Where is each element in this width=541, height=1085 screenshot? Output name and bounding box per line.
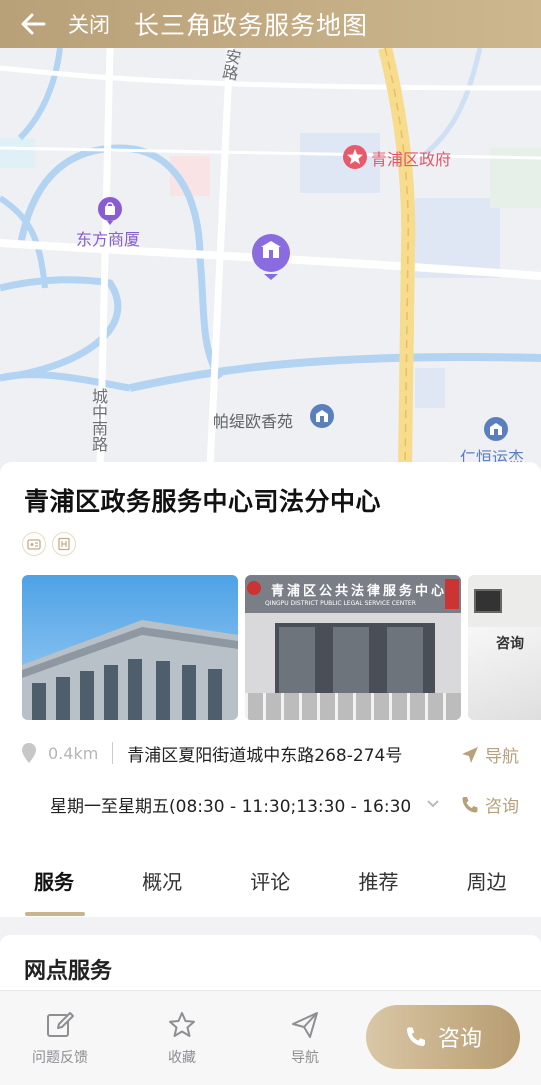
phone-icon bbox=[462, 796, 478, 812]
desk-sign-text: 咨询 bbox=[496, 636, 524, 652]
consult-link[interactable]: 咨询 bbox=[460, 792, 519, 817]
phone-icon bbox=[406, 1027, 425, 1046]
navigate-link[interactable]: 导航 bbox=[460, 742, 519, 767]
tab-overview[interactable]: 概况 bbox=[108, 866, 216, 916]
section-outlet-services: 网点服务 bbox=[0, 935, 541, 995]
feedback-label: 问题反馈 bbox=[32, 1050, 88, 1066]
photo-service-desk[interactable]: 咨询 bbox=[468, 575, 541, 720]
building-icon bbox=[52, 532, 76, 556]
photo-building[interactable] bbox=[22, 575, 238, 720]
navigate-label: 导航 bbox=[485, 747, 519, 767]
tab-reviews[interactable]: 评论 bbox=[216, 866, 324, 916]
bottom-action-bar: 问题反馈 收藏 导航 咨询 bbox=[0, 990, 541, 1085]
government-pin-icon bbox=[252, 234, 290, 280]
navigate-button[interactable]: 导航 bbox=[255, 1009, 355, 1067]
chevron-down-icon[interactable] bbox=[425, 795, 441, 811]
location-card: 青浦区政务服务中心司法分中心 青浦区公共法律服务中心 QINGPU DISTRI… bbox=[0, 462, 541, 917]
building-pin-icon bbox=[484, 417, 508, 441]
navigate-label: 导航 bbox=[291, 1050, 319, 1066]
favorite-button[interactable]: 收藏 bbox=[132, 1009, 232, 1067]
tab-recommend[interactable]: 推荐 bbox=[324, 866, 432, 916]
location-name: 青浦区政务服务中心司法分中心 bbox=[24, 487, 382, 516]
building-pin-icon bbox=[310, 404, 334, 428]
tab-bar: 服务 概况 评论 推荐 周边 bbox=[0, 866, 541, 916]
feature-tags bbox=[22, 532, 76, 556]
consult-button-label: 咨询 bbox=[437, 1027, 482, 1052]
navigation-arrow-icon bbox=[462, 746, 478, 763]
address-row: 0.4km 青浦区夏阳街道城中东路268-274号 bbox=[22, 738, 522, 768]
paper-plane-icon bbox=[292, 1012, 318, 1038]
star-outline-icon bbox=[169, 1012, 195, 1037]
arrow-left-icon bbox=[21, 13, 46, 35]
poi-label: 帕缇欧香苑 bbox=[213, 412, 294, 431]
photo-gallery[interactable]: 青浦区公共法律服务中心 QINGPU DISTRICT PUBLIC LEGAL… bbox=[22, 575, 541, 720]
location-pin-icon bbox=[22, 743, 36, 763]
tab-nearby[interactable]: 周边 bbox=[433, 866, 541, 916]
opening-hours: 星期一至星期五(08:30 - 11:30;13:30 - 16:30 bbox=[50, 797, 410, 817]
divider bbox=[112, 742, 114, 764]
close-button[interactable]: 关闭 bbox=[68, 9, 110, 39]
sign-text-en: QINGPU DISTRICT PUBLIC LEGAL SERVICE CEN… bbox=[265, 600, 416, 607]
shopping-bag-pin-icon bbox=[98, 197, 122, 225]
tab-service[interactable]: 服务 bbox=[0, 866, 108, 916]
feedback-button[interactable]: 问题反馈 bbox=[10, 1009, 110, 1067]
road-label: 城中南路 bbox=[89, 388, 108, 452]
accessible-icon bbox=[22, 532, 46, 556]
map-view[interactable]: 安路 城中南路 青浦区政府 东方商厦 帕缇欧香苑 仁恒运杰 bbox=[0, 48, 541, 468]
section-title: 网点服务 bbox=[24, 959, 113, 984]
poi-label: 东方商厦 bbox=[76, 230, 141, 249]
poi-label: 青浦区政府 bbox=[371, 150, 452, 169]
consult-button[interactable]: 咨询 bbox=[366, 1005, 520, 1069]
top-bar: 关闭 长三角政务服务地图 bbox=[0, 0, 541, 48]
sign-text-cn: 青浦区公共法律服务中心 bbox=[271, 584, 448, 599]
back-button[interactable] bbox=[20, 2, 64, 46]
photo-entrance[interactable]: 青浦区公共法律服务中心 QINGPU DISTRICT PUBLIC LEGAL… bbox=[245, 575, 461, 720]
star-pin-icon bbox=[343, 145, 367, 169]
page-title: 长三角政务服务地图 bbox=[134, 11, 369, 40]
edit-icon bbox=[47, 1012, 74, 1037]
address: 青浦区夏阳街道城中东路268-274号 bbox=[127, 745, 403, 766]
consult-label: 咨询 bbox=[485, 797, 519, 817]
distance: 0.4km bbox=[48, 743, 99, 763]
favorite-label: 收藏 bbox=[168, 1050, 196, 1066]
